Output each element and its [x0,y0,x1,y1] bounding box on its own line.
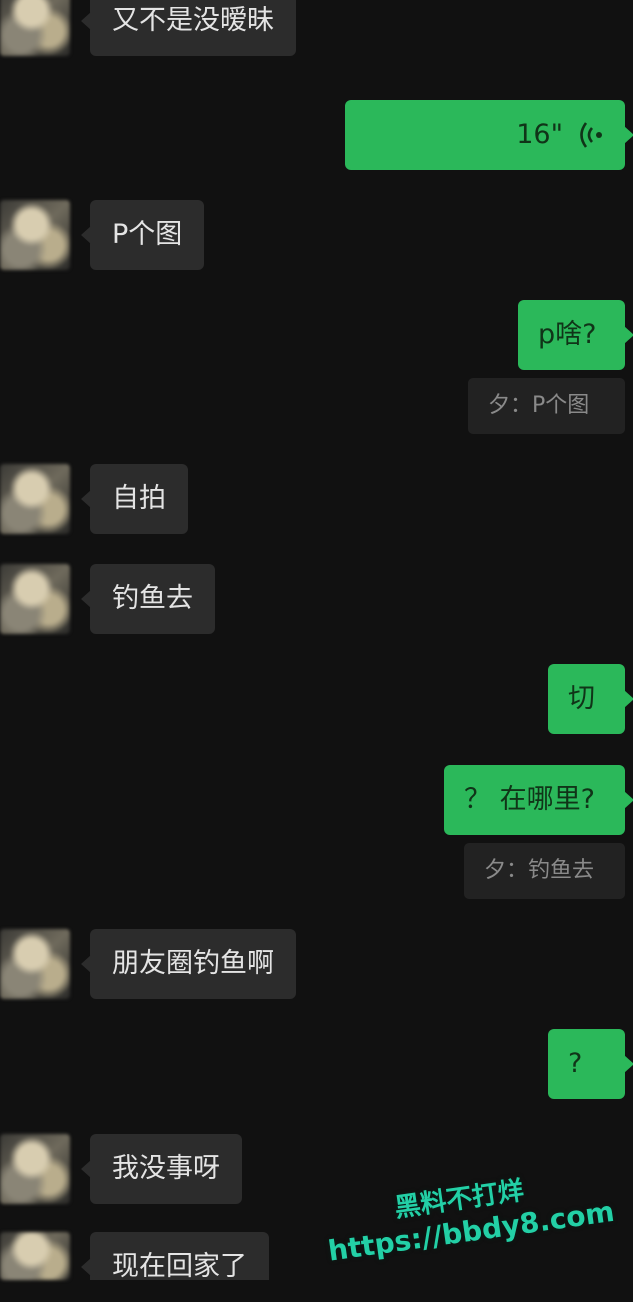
quote-text: 夕：P个图 [488,393,590,418]
contact-avatar[interactable] [0,464,70,534]
message-text: 现在回家了 [112,1251,247,1282]
sent-message[interactable]: p啥? [518,300,633,370]
received-message[interactable]: 钓鱼去 [81,564,215,634]
quoted-reply[interactable]: 夕：钓鱼去 [464,843,625,899]
received-message[interactable]: 自拍 [81,464,188,534]
contact-avatar[interactable] [0,0,70,56]
voice-duration: 16" [516,119,563,150]
received-message[interactable]: 朋友圈钓鱼啊 [81,929,296,999]
message-text: p啥? [538,319,597,350]
contact-avatar[interactable] [0,1232,70,1280]
received-message[interactable]: 又不是没暧昧 [81,0,296,56]
quoted-reply[interactable]: 夕：P个图 [468,378,625,434]
contact-avatar[interactable] [0,200,70,270]
contact-avatar[interactable] [0,929,70,999]
received-message[interactable]: P个图 [80,200,205,270]
message-text: P个图 [112,219,183,250]
contact-avatar[interactable] [0,1134,70,1204]
received-message[interactable]: 我没事呀 [81,1134,242,1204]
message-text: 朋友圈钓鱼啊 [112,948,274,979]
sent-message[interactable]: 切 [548,664,633,734]
message-text: ？ 在哪里? [464,784,595,815]
voice-message[interactable]: 16" [345,100,633,170]
received-message[interactable]: 现在回家了 [81,1232,269,1282]
message-text: ? [568,1048,583,1079]
message-text: 自拍 [112,483,166,514]
sent-message[interactable]: ? [548,1029,633,1099]
message-text: 我没事呀 [112,1153,220,1184]
message-text: 钓鱼去 [112,583,193,614]
quote-text: 夕：钓鱼去 [484,858,595,883]
message-text: 又不是没暧昧 [112,5,274,36]
voice-wave-icon [580,122,602,148]
message-text: 切 [568,683,595,714]
sent-message[interactable]: ？ 在哪里? [444,765,633,835]
contact-avatar[interactable] [0,564,70,634]
